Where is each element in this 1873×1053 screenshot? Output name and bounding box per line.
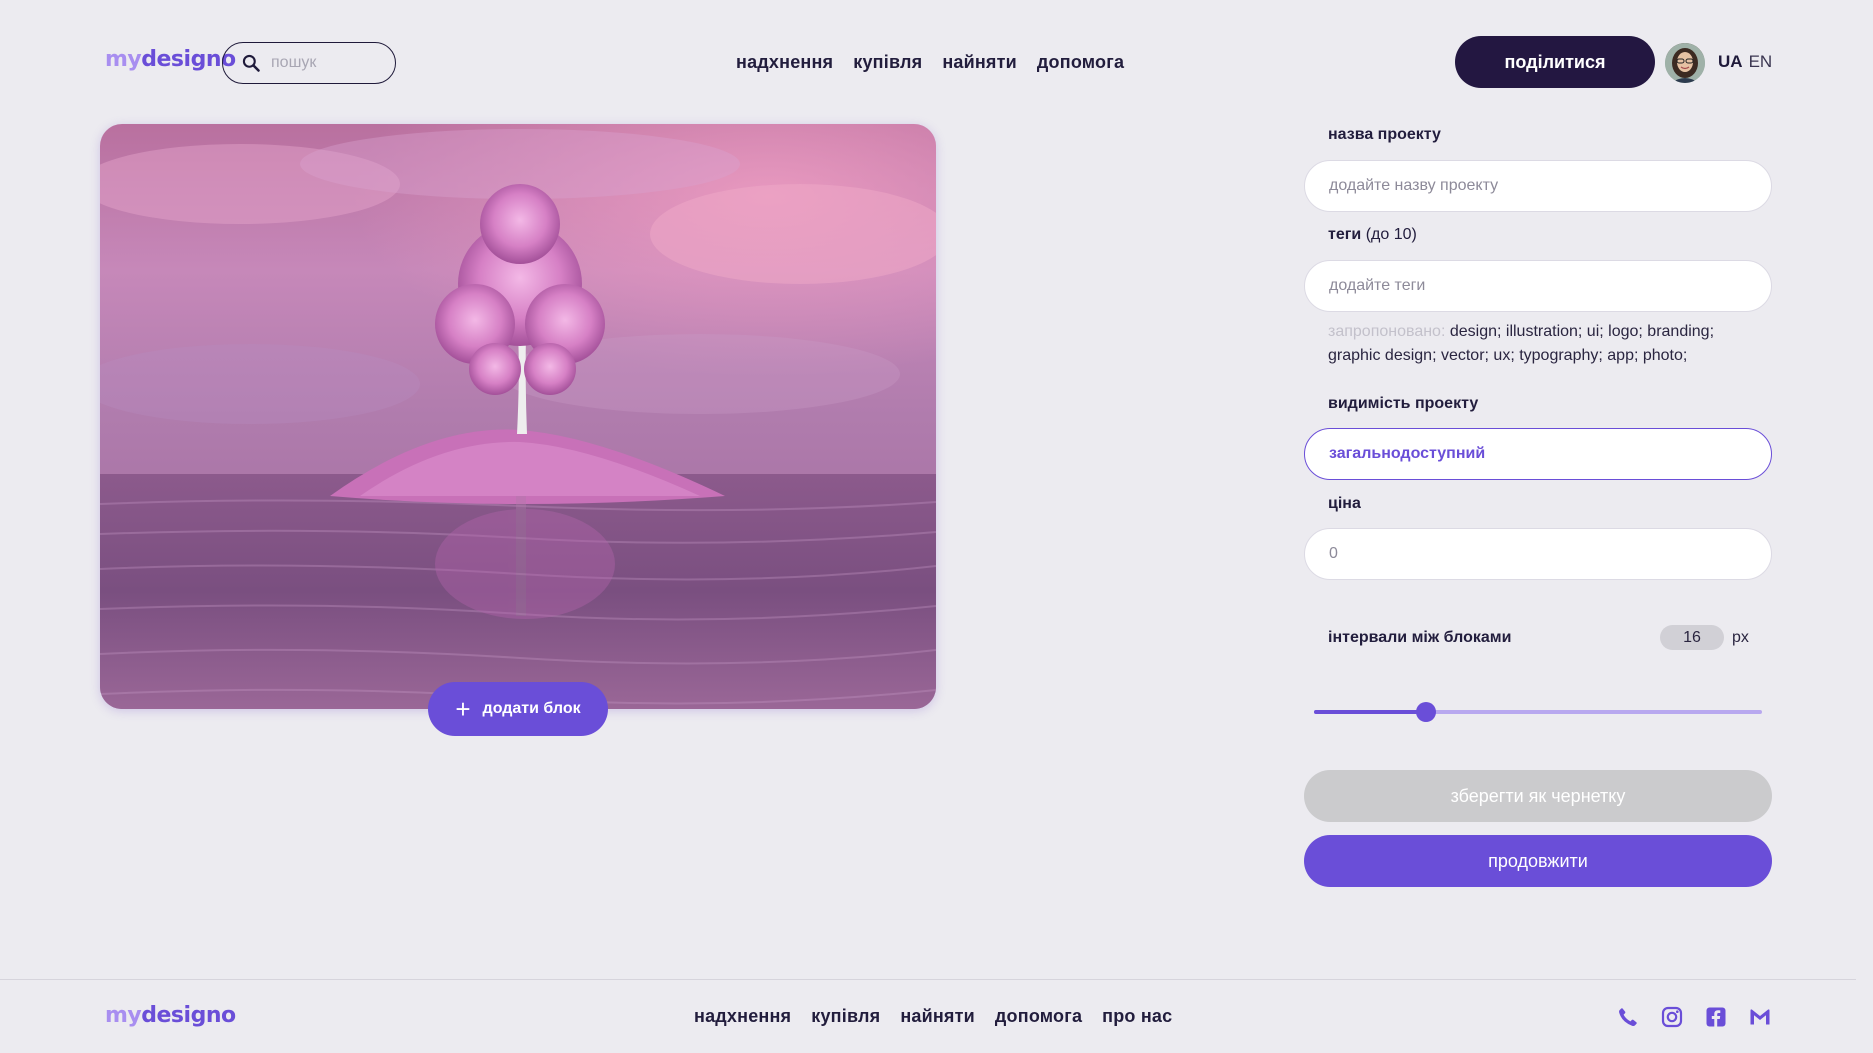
avatar-image [1665,43,1705,83]
footer-nav-buy[interactable]: купівля [811,1006,880,1027]
block-gap-value-input[interactable]: 16 [1660,625,1724,650]
social-links [1616,1005,1772,1029]
tags-limit-note: (до 10) [1365,226,1417,243]
price-input[interactable]: 0 [1304,528,1772,580]
visibility-select[interactable]: загальнодоступний [1304,428,1772,480]
block-gap-unit: px [1732,629,1749,646]
footer-logo[interactable]: mydesigno [105,1003,236,1028]
search-input[interactable]: пошук [222,42,396,84]
search-placeholder: пошук [271,54,317,71]
logo[interactable]: mydesigno [105,47,236,72]
gmail-icon[interactable] [1748,1005,1772,1029]
avatar[interactable] [1665,43,1705,83]
footer-nav-hire[interactable]: найняти [900,1006,975,1027]
plus-icon: + [455,694,471,724]
block-gap-slider-thumb[interactable] [1416,702,1436,722]
continue-button[interactable]: продовжити [1304,835,1772,887]
block-gap-label: інтервали між блоками [1328,629,1512,646]
instagram-icon[interactable] [1660,1005,1684,1029]
footer-nav-about[interactable]: про нас [1102,1006,1172,1027]
footer-nav: надхнення купівля найняти допомога про н… [694,1006,1172,1027]
tags-label: теги (до 10) [1328,226,1417,243]
add-block-button[interactable]: + додати блок [428,682,608,736]
nav-item-hire[interactable]: найняти [942,52,1017,73]
tags-input[interactable]: додайте теги [1304,260,1772,312]
nav-item-inspiration[interactable]: надхнення [736,52,833,73]
project-name-input[interactable]: додайте назву проекту [1304,160,1772,212]
visibility-label: видимість проекту [1328,395,1479,412]
tags-placeholder: додайте теги [1329,277,1426,294]
footer-divider [0,979,1856,980]
lang-ua[interactable]: UA [1718,52,1743,72]
footer-nav-inspiration[interactable]: надхнення [694,1006,791,1027]
project-image [100,124,936,709]
block-gap-slider-fill [1314,710,1426,714]
phone-icon[interactable] [1616,1005,1640,1029]
visibility-value: загальнодоступний [1329,445,1486,462]
price-label: ціна [1328,495,1361,512]
add-block-label: додати блок [482,700,581,717]
price-value: 0 [1329,545,1338,562]
search-icon [242,54,260,72]
suggested-tags: запропоновано: design; illustration; ui;… [1328,320,1748,368]
save-draft-button[interactable]: зберегти як чернетку [1304,770,1772,822]
footer-nav-help[interactable]: допомога [995,1006,1082,1027]
nav-item-help[interactable]: допомога [1037,52,1124,73]
lang-en[interactable]: EN [1749,52,1773,72]
share-button[interactable]: поділитися [1455,36,1655,88]
language-switcher: UA EN [1718,52,1772,72]
top-nav: надхнення купівля найняти допомога [736,52,1124,73]
suggested-label: запропоновано: [1328,323,1446,340]
nav-item-buy[interactable]: купівля [853,52,922,73]
project-image-block[interactable] [100,124,936,709]
facebook-icon[interactable] [1704,1005,1728,1029]
project-name-placeholder: додайте назву проекту [1329,177,1499,194]
project-name-label: назва проекту [1328,126,1441,143]
